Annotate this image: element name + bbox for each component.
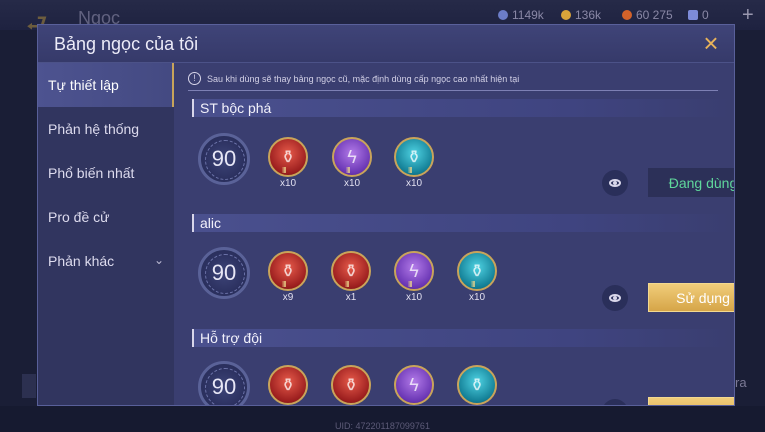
gem-slot: ϟ III x10 (392, 251, 436, 303)
use-button[interactable]: Sử dụng (648, 397, 734, 405)
info-icon: ! (188, 72, 201, 85)
gem-slot: ⚱ III x9 (266, 251, 310, 303)
use-button[interactable]: Sử dụng (648, 283, 734, 312)
background-panel (22, 374, 36, 398)
dialog-header: Bảng ngọc của tôi × (38, 25, 734, 63)
gold-coin-icon (561, 10, 571, 20)
set-name: alic (192, 214, 732, 232)
red-rune-icon: ⚱ (268, 137, 308, 177)
set-name: Hỗ trợ đội (192, 329, 732, 347)
background-text: ra (735, 375, 747, 390)
preview-eye-icon[interactable] (602, 399, 628, 405)
red-rune-icon: ⚱ (268, 365, 308, 405)
preview-eye-icon[interactable] (602, 170, 628, 196)
level-badge: 90 (198, 247, 250, 299)
uid-label: UID: 472201187099761 (335, 421, 430, 431)
teal-rune-icon: ⚱ (457, 365, 497, 405)
sidebar-item-other[interactable]: Phản khác ⌄ (38, 239, 174, 283)
preview-eye-icon[interactable] (602, 285, 628, 311)
sidebar-item-custom[interactable]: Tự thiết lập (38, 63, 174, 107)
diamond-icon (688, 10, 698, 20)
sidebar-item-pro[interactable]: Pro đề cử (38, 195, 174, 239)
notice-text: Sau khi dùng sẽ thay bảng ngọc cũ, mặc đ… (207, 73, 520, 84)
sidebar-item-system[interactable]: Phản hệ thống (38, 107, 174, 151)
purple-rune-icon: ϟ (394, 365, 434, 405)
rune-page-dialog: Bảng ngọc của tôi × Tự thiết lập Phản hệ… (37, 24, 735, 406)
gem-slot: ⚱ (455, 365, 499, 405)
resource-vouchers: 60 275 (622, 8, 673, 22)
gem-slot: ⚱ III x10 (455, 251, 499, 303)
in-use-button[interactable]: Đang dùng (648, 168, 734, 197)
rune-set-list: ! Sau khi dùng sẽ thay bảng ngọc cũ, mặc… (174, 63, 734, 405)
set-name: ST bộc phá (192, 99, 732, 117)
gem-slot: ⚱ III x1 (329, 251, 373, 303)
gem-slot: ϟ (392, 365, 436, 405)
close-icon[interactable]: × (698, 30, 724, 57)
resource-diamonds: 0 (688, 8, 709, 22)
gem-slot: ⚱ III x10 (266, 137, 310, 189)
sidebar: Tự thiết lập Phản hệ thống Phổ biến nhất… (38, 63, 174, 405)
gem-slot: ⚱ (266, 365, 310, 405)
resource-gems: 1149k (498, 8, 544, 22)
gem-currency-icon (498, 10, 508, 20)
red-rune-icon: ⚱ (331, 251, 371, 291)
level-badge: 90 (198, 361, 250, 405)
sidebar-item-popular[interactable]: Phổ biến nhất (38, 151, 174, 195)
chevron-down-icon: ⌄ (154, 253, 165, 267)
gem-slot: ⚱ III x10 (392, 137, 436, 189)
level-badge: 90 (198, 133, 250, 185)
add-currency-icon[interactable]: + (742, 4, 754, 27)
teal-rune-icon: ⚱ (457, 251, 497, 291)
gem-slot: ⚱ (329, 365, 373, 405)
notice-bar: ! Sau khi dùng sẽ thay bảng ngọc cũ, mặc… (188, 67, 718, 91)
teal-rune-icon: ⚱ (394, 137, 434, 177)
dialog-title: Bảng ngọc của tôi (54, 34, 199, 54)
gem-slot: ϟ III x10 (330, 137, 374, 189)
red-rune-icon: ⚱ (268, 251, 308, 291)
purple-rune-icon: ϟ (332, 137, 372, 177)
purple-rune-icon: ϟ (394, 251, 434, 291)
voucher-icon (622, 10, 632, 20)
resource-gold: 136k (561, 8, 601, 22)
red-rune-icon: ⚱ (331, 365, 371, 405)
